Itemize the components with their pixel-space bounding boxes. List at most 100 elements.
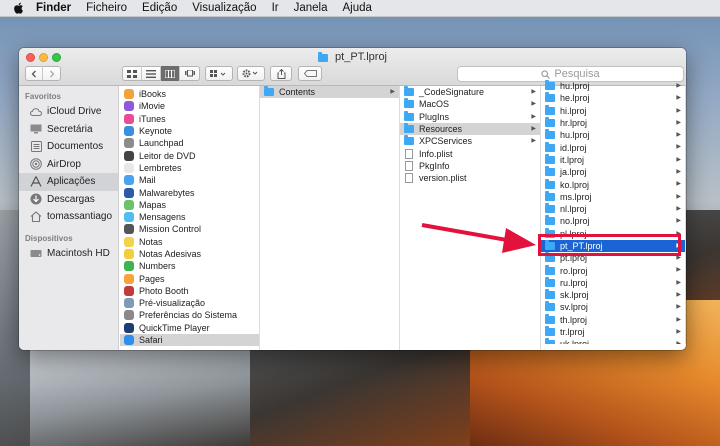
file-list-item[interactable]: Contents ▶ [260,86,399,99]
menu-help[interactable]: Ajuda [343,2,372,14]
share-button[interactable] [270,66,292,81]
file-list-item[interactable]: hu.lproj ▶ [541,129,685,141]
sidebar-item-home[interactable]: tomassantiago [19,208,118,226]
file-list-item[interactable]: nl.lproj ▶ [541,203,685,215]
app-icon [124,285,134,296]
menu-view[interactable]: Visualização [192,2,256,14]
app-icon [124,126,134,137]
app-list-item[interactable]: Keynote [120,125,259,137]
item-label: Leitor de DVD [139,150,196,161]
file-list-item[interactable]: hr.lproj ▶ [541,117,685,129]
menu-window[interactable]: Janela [294,2,328,14]
highlight-box [538,234,681,256]
file-list-item[interactable]: uk.lproj ▶ [541,338,685,344]
folder-icon-shape [404,135,414,146]
app-list-item[interactable]: Launchpad [120,137,259,149]
app-list-item[interactable]: Numbers [120,260,259,272]
disclosure-arrow-icon: ▶ [390,89,395,95]
sidebar-item-downloads[interactable]: Descargas [19,191,118,209]
file-list-item[interactable]: sk.lproj ▶ [541,289,685,301]
sidebar-item-macintosh-hd[interactable]: Macintosh HD [19,245,118,263]
folder-icon-shape [545,264,555,275]
file-list-item[interactable]: hu.lproj ▶ [541,80,685,92]
app-list-item[interactable]: Lembretes [120,162,259,174]
file-list-item[interactable]: ja.lproj ▶ [541,166,685,178]
sidebar-item-label: tomassantiago [47,211,113,223]
column-view-button[interactable] [161,66,180,81]
arrange-button[interactable] [205,66,233,81]
red-arrow-annotation [421,223,536,253]
app-list-item[interactable]: iMovie [120,100,259,112]
folder-icon [545,215,555,226]
menu-file[interactable]: Ficheiro [86,2,127,14]
file-list-item[interactable]: Resources ▶ [400,122,540,136]
app-list-item[interactable]: iTunes [120,113,259,125]
app-icon [124,162,134,173]
app-list-item[interactable]: Safari [120,333,259,347]
file-list-item[interactable]: ro.lproj ▶ [541,264,685,276]
action-button[interactable] [237,66,265,81]
folder-icon-shape [404,110,414,121]
list-view-button[interactable] [142,66,161,81]
icon-view-button[interactable] [123,66,142,81]
file-list-item[interactable]: PkgInfo [400,160,540,172]
item-label: Mapas [139,199,167,210]
app-icon [124,224,134,235]
menu-go[interactable]: Ir [272,2,279,14]
item-label: Contents [279,87,316,98]
app-list-item[interactable]: iBooks [120,88,259,100]
apple-menu-icon[interactable] [12,1,26,15]
file-list-item[interactable]: ko.lproj ▶ [541,178,685,190]
edit-tags-button[interactable] [298,66,322,81]
sidebar-item-applications[interactable]: Aplicações [19,173,118,191]
app-list-item[interactable]: Malwarebytes [120,186,259,198]
menu-edit[interactable]: Edição [142,2,177,14]
gallery-view-button[interactable] [180,66,199,81]
menu-finder[interactable]: Finder [36,2,71,14]
sidebar-item-desktop[interactable]: Secretária [19,121,118,139]
item-label: XPCServices [419,136,473,147]
app-icon [124,273,134,284]
item-label: no.lproj [560,216,590,227]
app-list-item[interactable]: Pré-visualização [120,297,259,309]
app-list-item[interactable]: QuickTime Player [120,322,259,334]
file-list-item[interactable]: ms.lproj ▶ [541,190,685,203]
app-icon-shape [124,273,134,284]
file-list-item[interactable]: sv.lproj ▶ [541,301,685,313]
sidebar-item-icloud-drive[interactable]: iCloud Drive [19,103,118,121]
app-list-item[interactable]: Leitor de DVD [120,149,259,161]
app-list-item[interactable]: Mensagens [120,211,259,223]
file-list-item[interactable]: Info.plist [400,147,540,159]
file-list-item[interactable]: PlugIns ▶ [400,110,540,123]
folder-icon [545,141,555,153]
file-list-item[interactable]: th.lproj ▶ [541,313,685,326]
file-list-item[interactable]: tr.lproj ▶ [541,326,685,338]
file-list-item[interactable]: he.lproj ▶ [541,92,685,104]
app-icon [124,199,134,210]
folder-icon [545,276,555,288]
forward-button[interactable] [43,66,60,81]
app-list-item[interactable]: Pages [120,272,259,284]
file-list-item[interactable]: ru.lproj ▶ [541,276,685,289]
app-list-item[interactable]: Mission Control [120,223,259,235]
item-label: he.lproj [560,93,590,104]
app-list-item[interactable]: Notas Adesivas [120,248,259,260]
file-list-item[interactable]: version.plist [400,172,540,184]
app-list-item[interactable]: Mail [120,174,259,186]
app-list-item[interactable]: Preferências do Sistema [120,309,259,321]
file-list-item[interactable]: XPCServices ▶ [400,135,540,147]
app-list-item[interactable]: Photo Booth [120,285,259,297]
sidebar-item-airdrop[interactable]: AirDrop [19,156,118,174]
app-list-item[interactable]: Notas [120,236,259,248]
file-list-item[interactable]: no.lproj ▶ [541,215,685,227]
app-list-item[interactable]: Mapas [120,199,259,211]
file-list-item[interactable]: MacOS ▶ [400,98,540,110]
sidebar-item-documents[interactable]: Documentos [19,138,118,156]
folder-icon-shape [545,178,555,189]
item-label: QuickTime Player [139,322,210,333]
file-list-item[interactable]: hi.lproj ▶ [541,104,685,117]
file-list-item[interactable]: id.lproj ▶ [541,141,685,153]
back-button[interactable] [26,66,44,81]
file-list-item[interactable]: it.lproj ▶ [541,153,685,166]
file-list-item[interactable]: _CodeSignature ▶ [400,86,540,98]
